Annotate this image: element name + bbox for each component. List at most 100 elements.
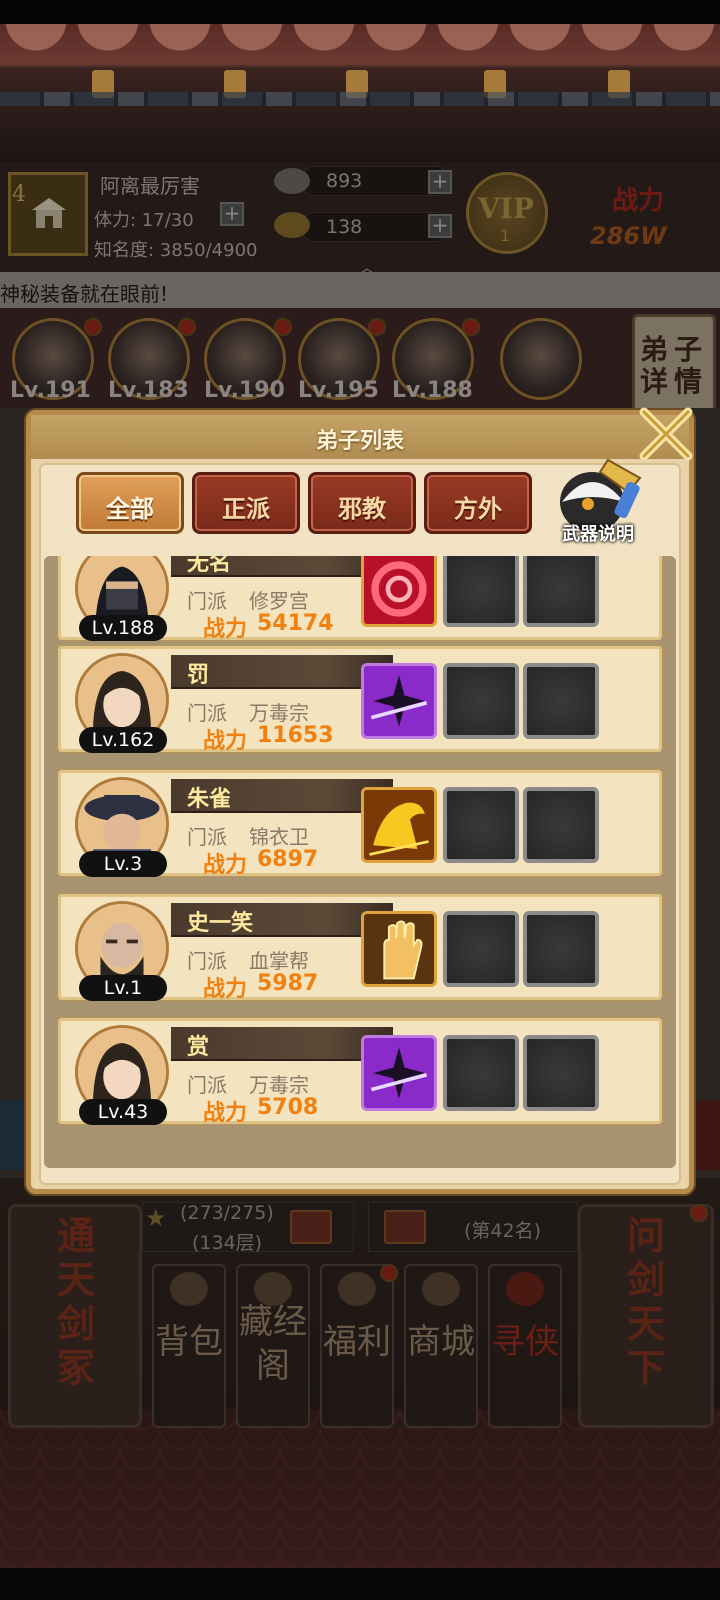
empty-weapon-slot[interactable] [443,556,519,627]
power-label: 战力 [203,853,248,878]
list-item[interactable]: 朱雀 Lv.3 门派 锦衣卫 战力 6897 [58,770,662,878]
disciple-power: 54174 [257,611,334,636]
vip-level: 1 [500,226,511,245]
system-status-bar [0,0,720,24]
empty-weapon-slot[interactable] [523,787,599,863]
disciple-level: Lv.3 [79,851,167,877]
red-swirl-weapon-icon[interactable] [361,556,437,627]
disciple-sect: 锦衣卫 [249,825,309,849]
empty-weapon-slot[interactable] [523,663,599,739]
add-gold-button[interactable]: + [428,214,452,238]
power-logo: 战力 [612,186,665,216]
disciple-power: 5987 [257,971,319,996]
sect-label: 门派 [187,949,227,973]
gift-box-icon[interactable] [290,1210,332,1244]
disciple-name: 赏 [187,1035,210,1060]
tab-label: 正派 [222,495,270,523]
hero-level: Lv.191 [10,378,91,403]
menu-seek-label: 寻侠 [491,1322,559,1362]
left-banner-label: 通天剑冢 [56,1213,95,1390]
disciple-name: 史一笑 [187,911,254,936]
notification-dot [380,1264,398,1282]
add-stamina-button[interactable]: + [220,202,244,226]
scale-pattern [0,1410,720,1570]
tab-evil[interactable]: 邪教 [308,472,416,534]
gold-amount: 138 [326,216,363,238]
player-name: 阿离最厉害 [100,174,200,198]
disciple-name: 朱雀 [187,787,232,812]
tower-floor: (134层) [192,1232,263,1254]
list-item[interactable]: 赏 Lv.43 门派 万毒宗 战力 5708 [58,1018,662,1126]
hero-level: Lv.195 [298,378,379,403]
disciple-list[interactable]: 无名 Lv.188 门派 修罗宫 战力 54174 罚 Lv.162 门派 万毒… [44,556,676,1168]
sect-label: 门派 [187,1073,227,1097]
empty-weapon-slot[interactable] [443,787,519,863]
add-silver-button[interactable]: + [428,170,452,194]
golden-palm-weapon-icon[interactable] [361,911,437,987]
empty-weapon-slot[interactable] [523,556,599,627]
hero-portrait[interactable] [500,318,582,400]
empty-weapon-slot[interactable] [443,911,519,987]
disciple-sect: 万毒宗 [249,701,309,725]
disciple-sect: 万毒宗 [249,1073,309,1097]
notification-dot [690,1204,708,1222]
system-navigation-bar [0,1568,720,1600]
stamina-text: 体力: 17/30 [94,210,194,231]
list-item[interactable]: 史一笑 Lv.1 门派 血掌帮 战力 5987 [58,894,662,1002]
tab-outsider[interactable]: 方外 [424,472,532,534]
right-banner-label: 问剑天下 [626,1213,665,1390]
tab-righteous[interactable]: 正派 [192,472,300,534]
empty-weapon-slot[interactable] [523,1035,599,1111]
power-label: 战力 [203,977,248,1002]
disciple-level: Lv.43 [79,1099,167,1125]
empty-weapon-slot[interactable] [443,1035,519,1111]
purple-shuriken-weapon-icon[interactable] [361,1035,437,1111]
power-label: 战力 [203,729,248,754]
marquee-text: 神秘装备就在眼前! [0,282,169,306]
purple-shuriken-weapon-icon[interactable] [361,663,437,739]
notification-dot [368,318,386,336]
disciple-level: Lv.162 [79,727,167,753]
golden-horse-weapon-icon[interactable] [361,787,437,863]
silver-amount: 893 [326,170,363,192]
disciple-sect: 血掌帮 [249,949,309,973]
sect-label: 门派 [187,825,227,849]
gift-box-icon [338,1272,376,1306]
player-level: 4 [12,182,26,207]
sect-label: 门派 [187,701,227,725]
house-icon [32,198,66,228]
menu-bag-label: 背包 [155,1322,223,1362]
menu-shop-label: 商城 [407,1322,475,1362]
power-total: 286W [590,222,667,250]
disciple-power: 5708 [257,1095,319,1120]
menu-pavilion-label: 藏经阁 [239,1302,307,1386]
shop-icon [422,1272,460,1306]
fame-text: 知名度: 3850/4900 [94,240,258,261]
list-item[interactable]: 罚 Lv.162 门派 万毒宗 战力 11653 [58,646,662,754]
empty-weapon-slot[interactable] [523,911,599,987]
hero-level: Lv.183 [108,378,189,403]
vip-label: VIP [478,192,534,225]
list-item[interactable]: 无名 Lv.188 门派 修罗宫 战力 54174 [58,556,662,642]
notification-dot [462,318,480,336]
disciple-power: 6897 [257,847,319,872]
notification-dot [274,318,292,336]
chevron-up-icon[interactable]: ︿ [350,254,384,277]
hero-level: Lv.190 [204,378,285,403]
gift-box-icon[interactable] [384,1210,426,1244]
tab-label: 全部 [106,495,154,523]
weapon-help-label: 武器说明 [562,524,634,545]
disciple-detail-label: 弟子详情 [640,333,709,398]
tab-all[interactable]: 全部 [76,472,184,534]
disciple-name: 无名 [187,556,232,576]
roof-decoration [0,24,720,70]
menu-welfare-label: 福利 [323,1322,391,1362]
power-label: 战力 [203,1101,248,1126]
power-label: 战力 [203,617,248,642]
dialog-title: 弟子列表 [315,429,404,454]
roof-beam [0,92,720,106]
empty-weapon-slot[interactable] [443,663,519,739]
tab-label: 邪教 [338,495,386,523]
disciple-sect: 修罗宫 [249,589,309,613]
disciple-power: 11653 [257,723,334,748]
